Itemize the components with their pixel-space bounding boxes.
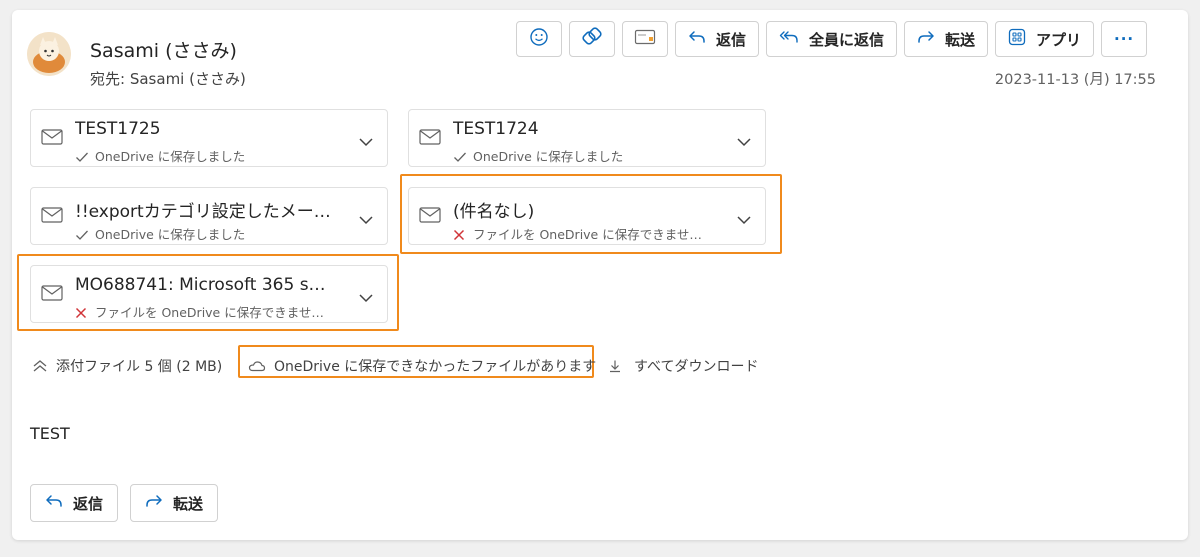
attachment-card[interactable]: MO688741: Microsoft 365 s… ファイルを OneDriv…: [30, 265, 388, 323]
forward-bottom-label: 転送: [173, 494, 204, 513]
envelope-icon: [419, 129, 441, 149]
message-body: TEST: [30, 424, 70, 443]
forward-bottom-button[interactable]: 転送: [130, 484, 219, 522]
forward-label: 転送: [945, 30, 976, 49]
sender-name[interactable]: Sasami (ささみ): [90, 36, 237, 63]
attachment-status-text: OneDrive に保存しました: [473, 149, 624, 164]
recipient-prefix: 宛先:: [90, 70, 126, 88]
chevron-down-icon[interactable]: [736, 210, 752, 229]
reply-button[interactable]: 返信: [675, 21, 760, 57]
recipient-line: 宛先: Sasami (ささみ): [90, 68, 246, 89]
chevron-down-icon[interactable]: [358, 288, 374, 307]
smiley-icon: [529, 27, 549, 51]
attachment-status-text: ファイルを OneDrive に保存できませ…: [95, 305, 324, 320]
forward-icon: [917, 29, 935, 49]
reply-label: 返信: [716, 30, 747, 49]
attachment-status: OneDrive に保存しました: [75, 224, 337, 244]
more-actions-button[interactable]: ···: [1101, 21, 1148, 57]
forward-button[interactable]: 転送: [904, 21, 989, 57]
apps-button[interactable]: アプリ: [995, 21, 1095, 57]
attachment-status-text: OneDrive に保存しました: [95, 149, 246, 164]
forward-icon: [145, 493, 163, 513]
envelope-icon: [419, 207, 441, 227]
attachment-name: MO688741: Microsoft 365 s…: [75, 275, 326, 295]
onedrive-warning-text: OneDrive に保存できなかったファイルがあります: [274, 359, 597, 375]
attachment-card[interactable]: TEST1725 OneDrive に保存しました: [30, 109, 388, 167]
attachment-name: TEST1725: [75, 119, 161, 139]
attachment-name: TEST1724: [453, 119, 539, 139]
reply-all-icon: [779, 29, 799, 49]
chevron-down-icon[interactable]: [358, 210, 374, 229]
reply-all-button[interactable]: 全員に返信: [766, 21, 898, 57]
collapse-attachments-toggle[interactable]: 添付ファイル 5 個 (2 MB): [32, 356, 222, 376]
attachment-card[interactable]: !!exportカテゴリ設定したメール… OneDrive に保存しました: [30, 187, 388, 245]
attachment-status-text: OneDrive に保存しました: [95, 227, 246, 242]
reply-icon: [45, 493, 63, 513]
cloud-icon: [248, 361, 266, 372]
attachment-card[interactable]: TEST1724 OneDrive に保存しました: [408, 109, 766, 167]
chevron-down-icon[interactable]: [736, 132, 752, 151]
apps-grid-icon: [1008, 28, 1026, 50]
emoji-reaction-button[interactable]: [516, 21, 562, 57]
download-all-label: すべてダウンロード: [634, 359, 759, 375]
reader-icon: [634, 28, 656, 50]
reply-all-label: 全員に返信: [809, 30, 885, 49]
envelope-icon: [41, 207, 63, 227]
download-icon: [610, 360, 620, 373]
checkmark-icon: [75, 229, 91, 244]
reply-bottom-button[interactable]: 返信: [30, 484, 119, 522]
more-icon: ···: [1114, 30, 1135, 48]
loop-icon: [581, 26, 603, 52]
apps-label: アプリ: [1036, 30, 1082, 49]
checkmark-icon: [75, 151, 91, 166]
attachment-status: OneDrive に保存しました: [75, 146, 337, 166]
envelope-icon: [41, 285, 63, 305]
immersive-reader-button[interactable]: [622, 21, 668, 57]
attachment-card[interactable]: (件名なし) ファイルを OneDrive に保存できませ…: [408, 187, 766, 245]
message-date: 2023-11-13 (月) 17:55: [994, 72, 1156, 88]
onedrive-warning-link[interactable]: OneDrive に保存できなかったファイルがあります: [248, 356, 596, 376]
attachment-name: !!exportカテゴリ設定したメール…: [75, 202, 337, 222]
recipient-name[interactable]: Sasami (ささみ): [130, 70, 246, 88]
checkmark-icon: [453, 151, 469, 166]
message-toolbar: 返信 全員に返信 転送 アプリ ···: [516, 21, 1148, 57]
sender-avatar[interactable]: [27, 32, 71, 76]
attachment-status-text: ファイルを OneDrive に保存できませ…: [473, 227, 702, 242]
envelope-icon: [41, 129, 63, 149]
attachment-count: 添付ファイル 5 個 (2 MB): [56, 359, 223, 375]
loop-button[interactable]: [569, 21, 615, 57]
reply-bottom-label: 返信: [73, 494, 104, 513]
download-all-button[interactable]: すべてダウンロード: [608, 356, 758, 376]
chevron-down-icon[interactable]: [358, 132, 374, 151]
reply-icon: [688, 29, 706, 49]
error-x-icon: [453, 229, 469, 244]
attachment-name: (件名なし): [453, 202, 535, 222]
error-x-icon: [75, 307, 91, 322]
attachment-status: ファイルを OneDrive に保存できませ…: [75, 302, 337, 322]
attachment-status: ファイルを OneDrive に保存できませ…: [453, 224, 715, 244]
chevron-up-double-icon: [33, 360, 47, 372]
attachment-status: OneDrive に保存しました: [453, 146, 715, 166]
